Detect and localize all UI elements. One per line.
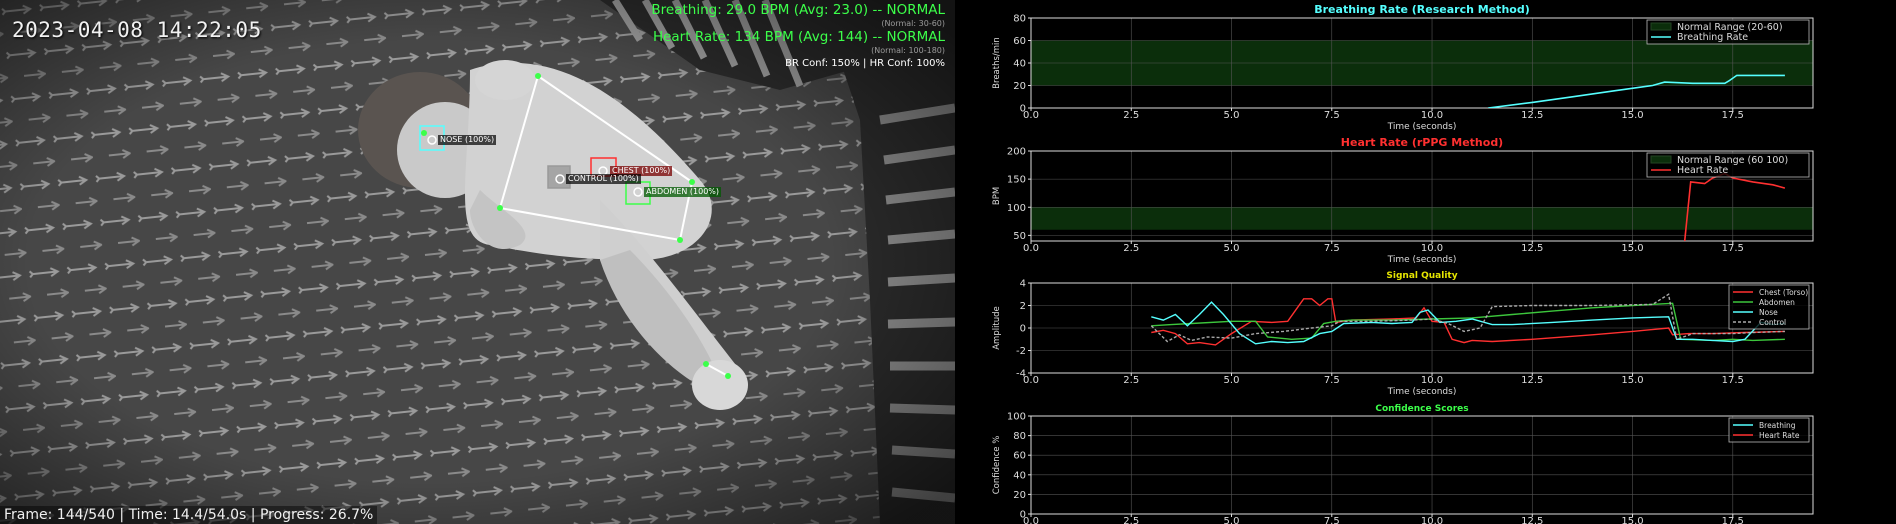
y-tick-label: 60: [1013, 36, 1026, 47]
y-tick-label: 60: [1013, 451, 1026, 462]
chart-title: Confidence Scores: [1375, 404, 1468, 414]
legend-label: Breathing: [1759, 421, 1796, 430]
y-tick-label: -4: [1016, 369, 1026, 380]
legend-swatch: [1650, 155, 1672, 164]
x-tick-label: 7.5: [1324, 243, 1340, 254]
x-tick-label: 15.0: [1621, 375, 1643, 386]
camera-frame: [0, 0, 955, 524]
x-tick-label: 10.0: [1421, 375, 1443, 386]
legend-label: Nose: [1759, 308, 1778, 317]
y-tick-label: 80: [1013, 431, 1026, 442]
legend-label: Breathing Rate: [1677, 32, 1748, 43]
x-axis-label: Time (seconds): [1387, 255, 1457, 265]
legend-swatch: [1650, 22, 1672, 31]
video-timestamp: 2023-04-08 14:22:05: [12, 18, 262, 42]
camera-feed-panel: 2023-04-08 14:22:05 Breathing: 29.0 BPM …: [0, 0, 955, 524]
x-tick-label: 7.5: [1324, 516, 1340, 524]
x-tick-label: 17.5: [1722, 375, 1744, 386]
x-axis-label: Time (seconds): [1387, 387, 1457, 397]
y-tick-label: 0: [1020, 104, 1026, 115]
frame-progress-info: Frame: 144/540 | Time: 14.4/54.0s | Prog…: [0, 506, 378, 524]
x-tick-label: 2.5: [1123, 110, 1139, 121]
y-tick-label: 40: [1013, 59, 1026, 70]
x-tick-label: 5.0: [1224, 110, 1240, 121]
confidence-readout: BR Conf: 150% | HR Conf: 100%: [785, 58, 945, 69]
y-tick-label: 150: [1007, 175, 1026, 186]
x-tick-label: 10.0: [1421, 243, 1443, 254]
breathing-normal-range: (Normal: 30-60): [881, 19, 945, 28]
x-tick-label: 12.5: [1521, 516, 1543, 524]
legend-label: Heart Rate: [1677, 165, 1728, 176]
y-tick-label: 4: [1020, 279, 1026, 290]
nose-label: NOSE (100%): [438, 135, 497, 145]
control-label: CONTROL (100%): [566, 174, 641, 184]
x-tick-label: 17.5: [1722, 516, 1744, 524]
x-tick-label: 12.5: [1521, 375, 1543, 386]
x-tick-label: 7.5: [1324, 375, 1340, 386]
x-tick-label: 10.0: [1421, 110, 1443, 121]
y-tick-label: 100: [1007, 412, 1026, 423]
y-tick-label: 40: [1013, 470, 1026, 481]
x-tick-label: 15.0: [1621, 110, 1643, 121]
x-tick-label: 12.5: [1521, 110, 1543, 121]
legend-label: Chest (Torso): [1759, 288, 1808, 297]
legend-label: Control: [1759, 318, 1786, 327]
x-tick-label: 2.5: [1123, 375, 1139, 386]
x-tick-label: 2.5: [1123, 243, 1139, 254]
x-axis-label: Time (seconds): [1387, 122, 1457, 132]
series-line-nose: [1151, 301, 1785, 345]
x-tick-label: 10.0: [1421, 516, 1443, 524]
x-tick-label: 0.0: [1023, 243, 1039, 254]
x-tick-label: 15.0: [1621, 243, 1643, 254]
chart-heart: 0.0 2.5 5.0 7.5 10.0 12.5 15.0 17.5 50 100 150 200 H…: [992, 136, 1814, 265]
y-tick-label: 0: [1020, 510, 1026, 521]
x-tick-label: 17.5: [1722, 110, 1744, 121]
breathing-readout: Breathing: 29.0 BPM (Avg: 23.0) -- NORMA…: [651, 2, 945, 18]
x-tick-label: 7.5: [1324, 110, 1340, 121]
heart-rate-normal-range: (Normal: 100-180): [871, 46, 945, 55]
y-tick-label: 0: [1020, 324, 1026, 335]
heart-rate-readout: Heart Rate: 134 BPM (Avg: 144) -- NORMAL: [652, 29, 945, 45]
x-tick-label: 5.0: [1224, 243, 1240, 254]
y-axis-label: Amplitude: [992, 306, 1002, 350]
y-tick-label: -2: [1016, 346, 1026, 357]
y-axis-label: Confidence %: [992, 436, 1002, 495]
y-tick-label: 50: [1013, 231, 1026, 242]
plot-frame: [1030, 415, 1814, 515]
y-axis-label: BPM: [992, 187, 1002, 205]
x-tick-label: 5.0: [1224, 516, 1240, 524]
y-tick-label: 2: [1020, 301, 1026, 312]
normal-range-band: [1031, 207, 1813, 230]
x-tick-label: 15.0: [1621, 516, 1643, 524]
chart-confidence: 0.0 2.5 5.0 7.5 10.0 12.5 15.0 17.5020406080100…: [992, 404, 1814, 524]
legend-label: Heart Rate: [1759, 431, 1800, 440]
legend-label: Abdomen: [1759, 298, 1795, 307]
chart-breathing: 0.0 2.5 5.0 7.5 10.0 12.5 15.0 17.5020406080Bre…: [992, 3, 1814, 132]
y-tick-label: 200: [1007, 147, 1026, 158]
chart-title: Heart Rate (rPPG Method): [1341, 136, 1503, 149]
chart-title: Breathing Rate (Research Method): [1314, 3, 1529, 16]
abdomen-label: ABDOMEN (100%): [644, 187, 722, 197]
chart-title: Signal Quality: [1386, 271, 1457, 281]
x-tick-label: 17.5: [1722, 243, 1744, 254]
x-tick-label: 2.5: [1123, 516, 1139, 524]
y-tick-label: 100: [1007, 203, 1026, 214]
plots-canvas: 0.0 2.5 5.0 7.5 10.0 12.5 15.0 17.5020406080Bre…: [992, 3, 1814, 524]
x-tick-label: 5.0: [1224, 375, 1240, 386]
y-tick-label: 80: [1013, 14, 1026, 25]
y-tick-label: 20: [1013, 81, 1026, 92]
chart-signal: 0.0 2.5 5.0 7.5 10.0 12.5 15.0 17.5-4-2024Signa…: [992, 271, 1814, 397]
y-axis-label: Breaths/min: [992, 37, 1002, 89]
y-tick-label: 20: [1013, 490, 1026, 501]
vitals-plots-panel: 0.0 2.5 5.0 7.5 10.0 12.5 15.0 17.5 0 20 40 60 80 Bre…: [955, 0, 1896, 524]
x-tick-label: 12.5: [1521, 243, 1543, 254]
